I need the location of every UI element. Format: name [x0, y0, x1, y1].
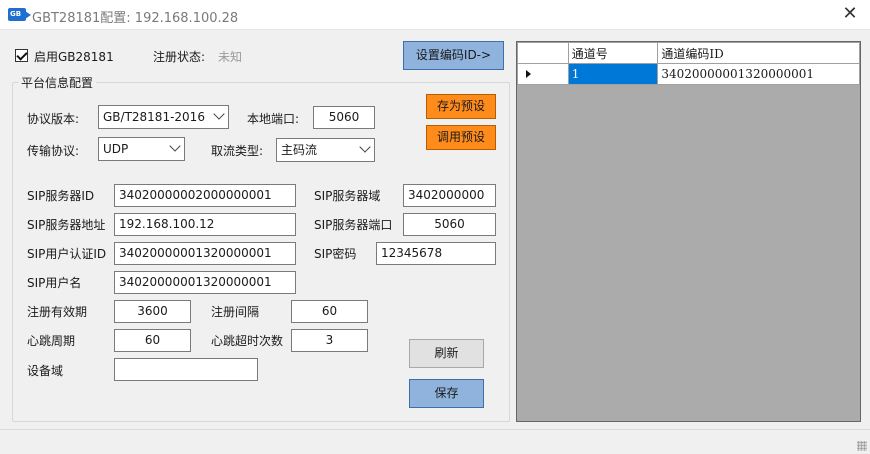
local-port-label: 本地端口: — [247, 112, 300, 126]
heartbeat-period-input[interactable]: 60 — [114, 329, 191, 352]
sip-password-label: SIP密码 — [314, 247, 357, 261]
close-icon[interactable]: ✕ — [838, 3, 862, 25]
sip-auth-id-label: SIP用户认证ID — [27, 247, 107, 261]
chevron-down-icon — [169, 140, 181, 152]
grid-header-row: 通道号 通道编码ID — [517, 42, 860, 64]
table-row[interactable]: 1 34020000001320000001 — [517, 63, 860, 85]
sip-auth-id-input[interactable]: 34020000001320000001 — [114, 242, 296, 265]
register-interval-input[interactable]: 60 — [291, 300, 368, 323]
sip-password-input[interactable]: 12345678 — [376, 242, 496, 265]
sip-server-domain-label: SIP服务器域 — [314, 189, 381, 203]
row-selector[interactable] — [517, 63, 569, 85]
channel-id-cell[interactable]: 34020000001320000001 — [657, 63, 860, 85]
protocol-version-value: GB/T28181-2016 — [103, 110, 205, 124]
resize-grip-icon[interactable] — [857, 441, 867, 451]
save-preset-button[interactable]: 存为预设 — [426, 94, 496, 119]
row-header-corner — [517, 42, 569, 64]
stream-type-label: 取流类型: — [211, 144, 264, 158]
sip-username-label: SIP用户名 — [27, 276, 82, 290]
sip-username-input[interactable]: 34020000001320000001 — [114, 271, 296, 294]
stream-type-select[interactable]: 主码流 — [276, 138, 375, 162]
sip-server-port-label: SIP服务器端口 — [314, 218, 393, 232]
title-bar: GB GBT28181配置: 192.168.100.28 ✕ — [0, 0, 870, 30]
sip-server-id-label: SIP服务器ID — [27, 189, 95, 203]
register-status-value: 未知 — [218, 50, 243, 64]
protocol-version-select[interactable]: GB/T28181-2016 — [98, 105, 229, 129]
column-header-channel-id[interactable]: 通道编码ID — [657, 42, 860, 64]
enable-gb28181-checkbox[interactable] — [15, 49, 28, 62]
channel-grid[interactable]: 通道号 通道编码ID 1 34020000001320000001 — [516, 41, 861, 422]
load-preset-button[interactable]: 调用预设 — [426, 125, 496, 150]
transport-select[interactable]: UDP — [98, 137, 185, 161]
transport-value: UDP — [103, 142, 129, 156]
window-title: GBT28181配置: 192.168.100.28 — [32, 11, 239, 26]
save-button[interactable]: 保存 — [409, 379, 484, 408]
chevron-down-icon — [213, 108, 225, 120]
transport-label: 传输协议: — [27, 144, 80, 158]
channel-table: 通道号 通道编码ID 1 34020000001320000001 — [517, 42, 860, 85]
heartbeat-period-label: 心跳周期 — [27, 334, 76, 348]
device-domain-label: 设备域 — [27, 364, 64, 378]
sip-server-address-label: SIP服务器地址 — [27, 218, 106, 232]
platform-config-title: 平台信息配置 — [18, 74, 97, 91]
register-validity-input[interactable]: 3600 — [114, 300, 191, 323]
app-icon: GB — [8, 8, 31, 21]
status-strip — [0, 429, 870, 454]
enable-gb28181-label: 启用GB28181 — [34, 50, 114, 64]
sip-server-port-input[interactable]: 5060 — [403, 213, 496, 236]
chevron-down-icon — [359, 141, 371, 153]
sip-server-id-input[interactable]: 34020000002000000001 — [114, 184, 296, 207]
register-validity-label: 注册有效期 — [27, 305, 88, 319]
heartbeat-timeout-input[interactable]: 3 — [291, 329, 368, 352]
sip-server-domain-input[interactable]: 3402000000 — [403, 184, 496, 207]
channel-no-cell[interactable]: 1 — [567, 63, 659, 85]
device-domain-input[interactable] — [114, 358, 258, 381]
set-channel-id-button[interactable]: 设置编码ID-> — [403, 41, 504, 70]
protocol-version-label: 协议版本: — [27, 112, 80, 126]
heartbeat-timeout-label: 心跳超时次数 — [211, 334, 284, 348]
stream-type-value: 主码流 — [281, 143, 318, 157]
refresh-button[interactable]: 刷新 — [409, 339, 484, 368]
register-status-label: 注册状态: — [153, 50, 206, 64]
row-pointer-icon — [526, 70, 531, 78]
column-header-channel-no[interactable]: 通道号 — [567, 42, 659, 64]
register-interval-label: 注册间隔 — [211, 305, 260, 319]
sip-server-address-input[interactable]: 192.168.100.12 — [114, 213, 296, 236]
local-port-input[interactable]: 5060 — [313, 106, 375, 129]
